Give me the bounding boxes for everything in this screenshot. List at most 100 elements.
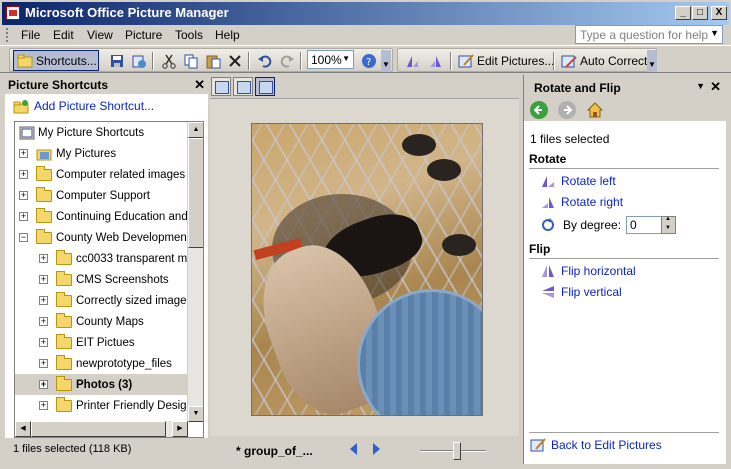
expand-icon[interactable]: + [39, 338, 48, 347]
rotate-right-link[interactable]: Rotate right [561, 195, 623, 209]
zoom-slider-handle[interactable] [453, 442, 461, 460]
scroll-up-arrow-icon[interactable]: ▲ [188, 122, 203, 138]
rotate-left-link[interactable]: Rotate left [561, 174, 616, 188]
ask-question-input[interactable]: Type a question for help ▼ [575, 25, 723, 44]
scroll-down-arrow-icon[interactable]: ▼ [188, 406, 203, 422]
back-to-edit-pictures-link[interactable]: Back to Edit Pictures [551, 438, 662, 452]
task-pane-menu-chevron-icon[interactable]: ▼ [696, 81, 705, 91]
auto-correct-button[interactable]: Auto Correct [558, 50, 650, 71]
menu-grip-handle[interactable] [6, 28, 9, 42]
by-degree-input[interactable]: 0 [626, 216, 662, 234]
menu-picture[interactable]: Picture [125, 28, 162, 42]
expand-icon[interactable]: + [39, 317, 48, 326]
by-degree-label: By degree: [563, 218, 622, 232]
cut-button[interactable] [158, 50, 180, 71]
tree-item[interactable]: + Computer related images [19, 164, 185, 185]
scrollbar-thumb[interactable] [31, 421, 166, 437]
next-picture-arrow-icon[interactable] [373, 443, 380, 455]
scrollbar-thumb[interactable] [188, 138, 203, 248]
tree-child-label: Printer Friendly Design [76, 399, 193, 412]
back-arrow-icon[interactable] [530, 101, 548, 119]
expand-icon[interactable]: + [19, 170, 28, 179]
menu-tools[interactable]: Tools [175, 28, 203, 42]
paste-button[interactable] [202, 50, 224, 71]
chevron-down-icon[interactable]: ▼ [342, 54, 350, 63]
single-picture-view-button[interactable] [255, 77, 275, 96]
expand-icon[interactable]: + [19, 149, 28, 158]
filmstrip-view-button[interactable] [233, 77, 253, 96]
scroll-right-arrow-icon[interactable]: ▶ [172, 421, 188, 437]
expand-icon[interactable]: + [39, 296, 48, 305]
tree-child-selected[interactable]: + Photos (3) [15, 374, 187, 395]
tree-item[interactable]: + My Pictures [19, 143, 116, 164]
paste-icon [205, 53, 221, 69]
toolbar-separator [248, 52, 250, 70]
home-icon[interactable] [586, 101, 604, 119]
tree-item[interactable]: + Continuing Education and C [19, 206, 199, 227]
expand-icon[interactable]: + [39, 380, 48, 389]
rotate-degree-icon [540, 217, 556, 233]
flip-horizontal-link[interactable]: Flip horizontal [561, 264, 636, 278]
delete-button[interactable] [224, 50, 246, 71]
close-task-pane-icon[interactable]: ✕ [710, 79, 721, 95]
pig-shape [427, 159, 461, 181]
undo-icon [257, 53, 273, 69]
edit-pictures-button[interactable]: Edit Pictures... [455, 50, 557, 71]
expand-icon[interactable]: + [39, 275, 48, 284]
menu-file[interactable]: File [21, 28, 40, 42]
close-pane-icon[interactable]: ✕ [194, 77, 205, 93]
close-button[interactable]: X [711, 6, 727, 20]
menu-view[interactable]: View [87, 28, 113, 42]
expand-icon[interactable]: + [39, 359, 48, 368]
tree-child[interactable]: + Printer Friendly Design [39, 395, 193, 416]
menu-edit[interactable]: Edit [53, 28, 74, 42]
tree-child[interactable]: + EIT Pictues [39, 332, 135, 353]
add-picture-shortcut-link[interactable]: Add Picture Shortcut... [5, 94, 208, 120]
expand-icon[interactable]: + [19, 212, 28, 221]
copy-button[interactable] [180, 50, 202, 71]
menu-help[interactable]: Help [215, 28, 240, 42]
previous-picture-arrow-icon[interactable] [350, 443, 357, 455]
tree-child[interactable]: + CMS Screenshots [39, 269, 169, 290]
tree-item[interactable]: + Computer Support [19, 185, 150, 206]
tree-vertical-scrollbar[interactable]: ▲ ▼ [187, 122, 203, 422]
maximize-button[interactable]: □ [692, 6, 708, 20]
tree-child[interactable]: + County Maps [39, 311, 144, 332]
tree-item-label: Continuing Education and C [56, 210, 200, 223]
forward-arrow-icon[interactable] [558, 101, 576, 119]
redo-button[interactable] [276, 50, 298, 71]
tree-child[interactable]: + cc0033 transparent ma [39, 248, 194, 269]
thumbnail-view-button[interactable] [211, 77, 231, 96]
picture-manager-app-icon[interactable] [6, 6, 20, 20]
tree-item-label: Computer related images [56, 168, 186, 181]
tree-child[interactable]: + Correctly sized images [39, 290, 192, 311]
tree-child-label: Photos (3) [76, 378, 133, 391]
zoom-select[interactable]: 100% ▼ [307, 50, 354, 69]
minimize-button[interactable]: _ [675, 6, 691, 20]
flip-vertical-link[interactable]: Flip vertical [561, 285, 622, 299]
tree-root-label: My Picture Shortcuts [38, 126, 145, 139]
toolbar-options-chevron-icon[interactable]: ▼ [647, 50, 657, 72]
tree-horizontal-scrollbar[interactable]: ◀ ▶ [15, 421, 188, 437]
undo-button[interactable] [254, 50, 276, 71]
expand-icon[interactable]: + [39, 254, 48, 263]
scroll-left-arrow-icon[interactable]: ◀ [15, 421, 31, 437]
expand-icon[interactable]: + [19, 191, 28, 200]
degree-spinner[interactable] [661, 216, 676, 234]
tree-item-label: Computer Support [56, 189, 150, 202]
tree-root[interactable]: My Picture Shortcuts [19, 122, 144, 143]
toolbar-options-chevron-icon[interactable]: ▼ [381, 50, 391, 72]
files-selected-text: 1 files selected [530, 132, 610, 146]
help-button[interactable]: ? [358, 50, 380, 71]
chevron-down-icon[interactable]: ▼ [710, 28, 719, 38]
expand-icon[interactable]: + [39, 401, 48, 410]
rotate-left-button[interactable] [401, 50, 423, 71]
rotate-right-button[interactable] [425, 50, 447, 71]
collapse-icon[interactable]: − [19, 233, 28, 242]
save-button[interactable] [106, 50, 128, 71]
export-button[interactable] [128, 50, 150, 71]
tree-item[interactable]: − County Web Development [19, 227, 190, 248]
tree-child[interactable]: + newprototype_files [39, 353, 172, 374]
photo-pigs-and-barrel[interactable] [251, 123, 483, 416]
shortcuts-button[interactable]: Shortcuts... [13, 50, 99, 71]
